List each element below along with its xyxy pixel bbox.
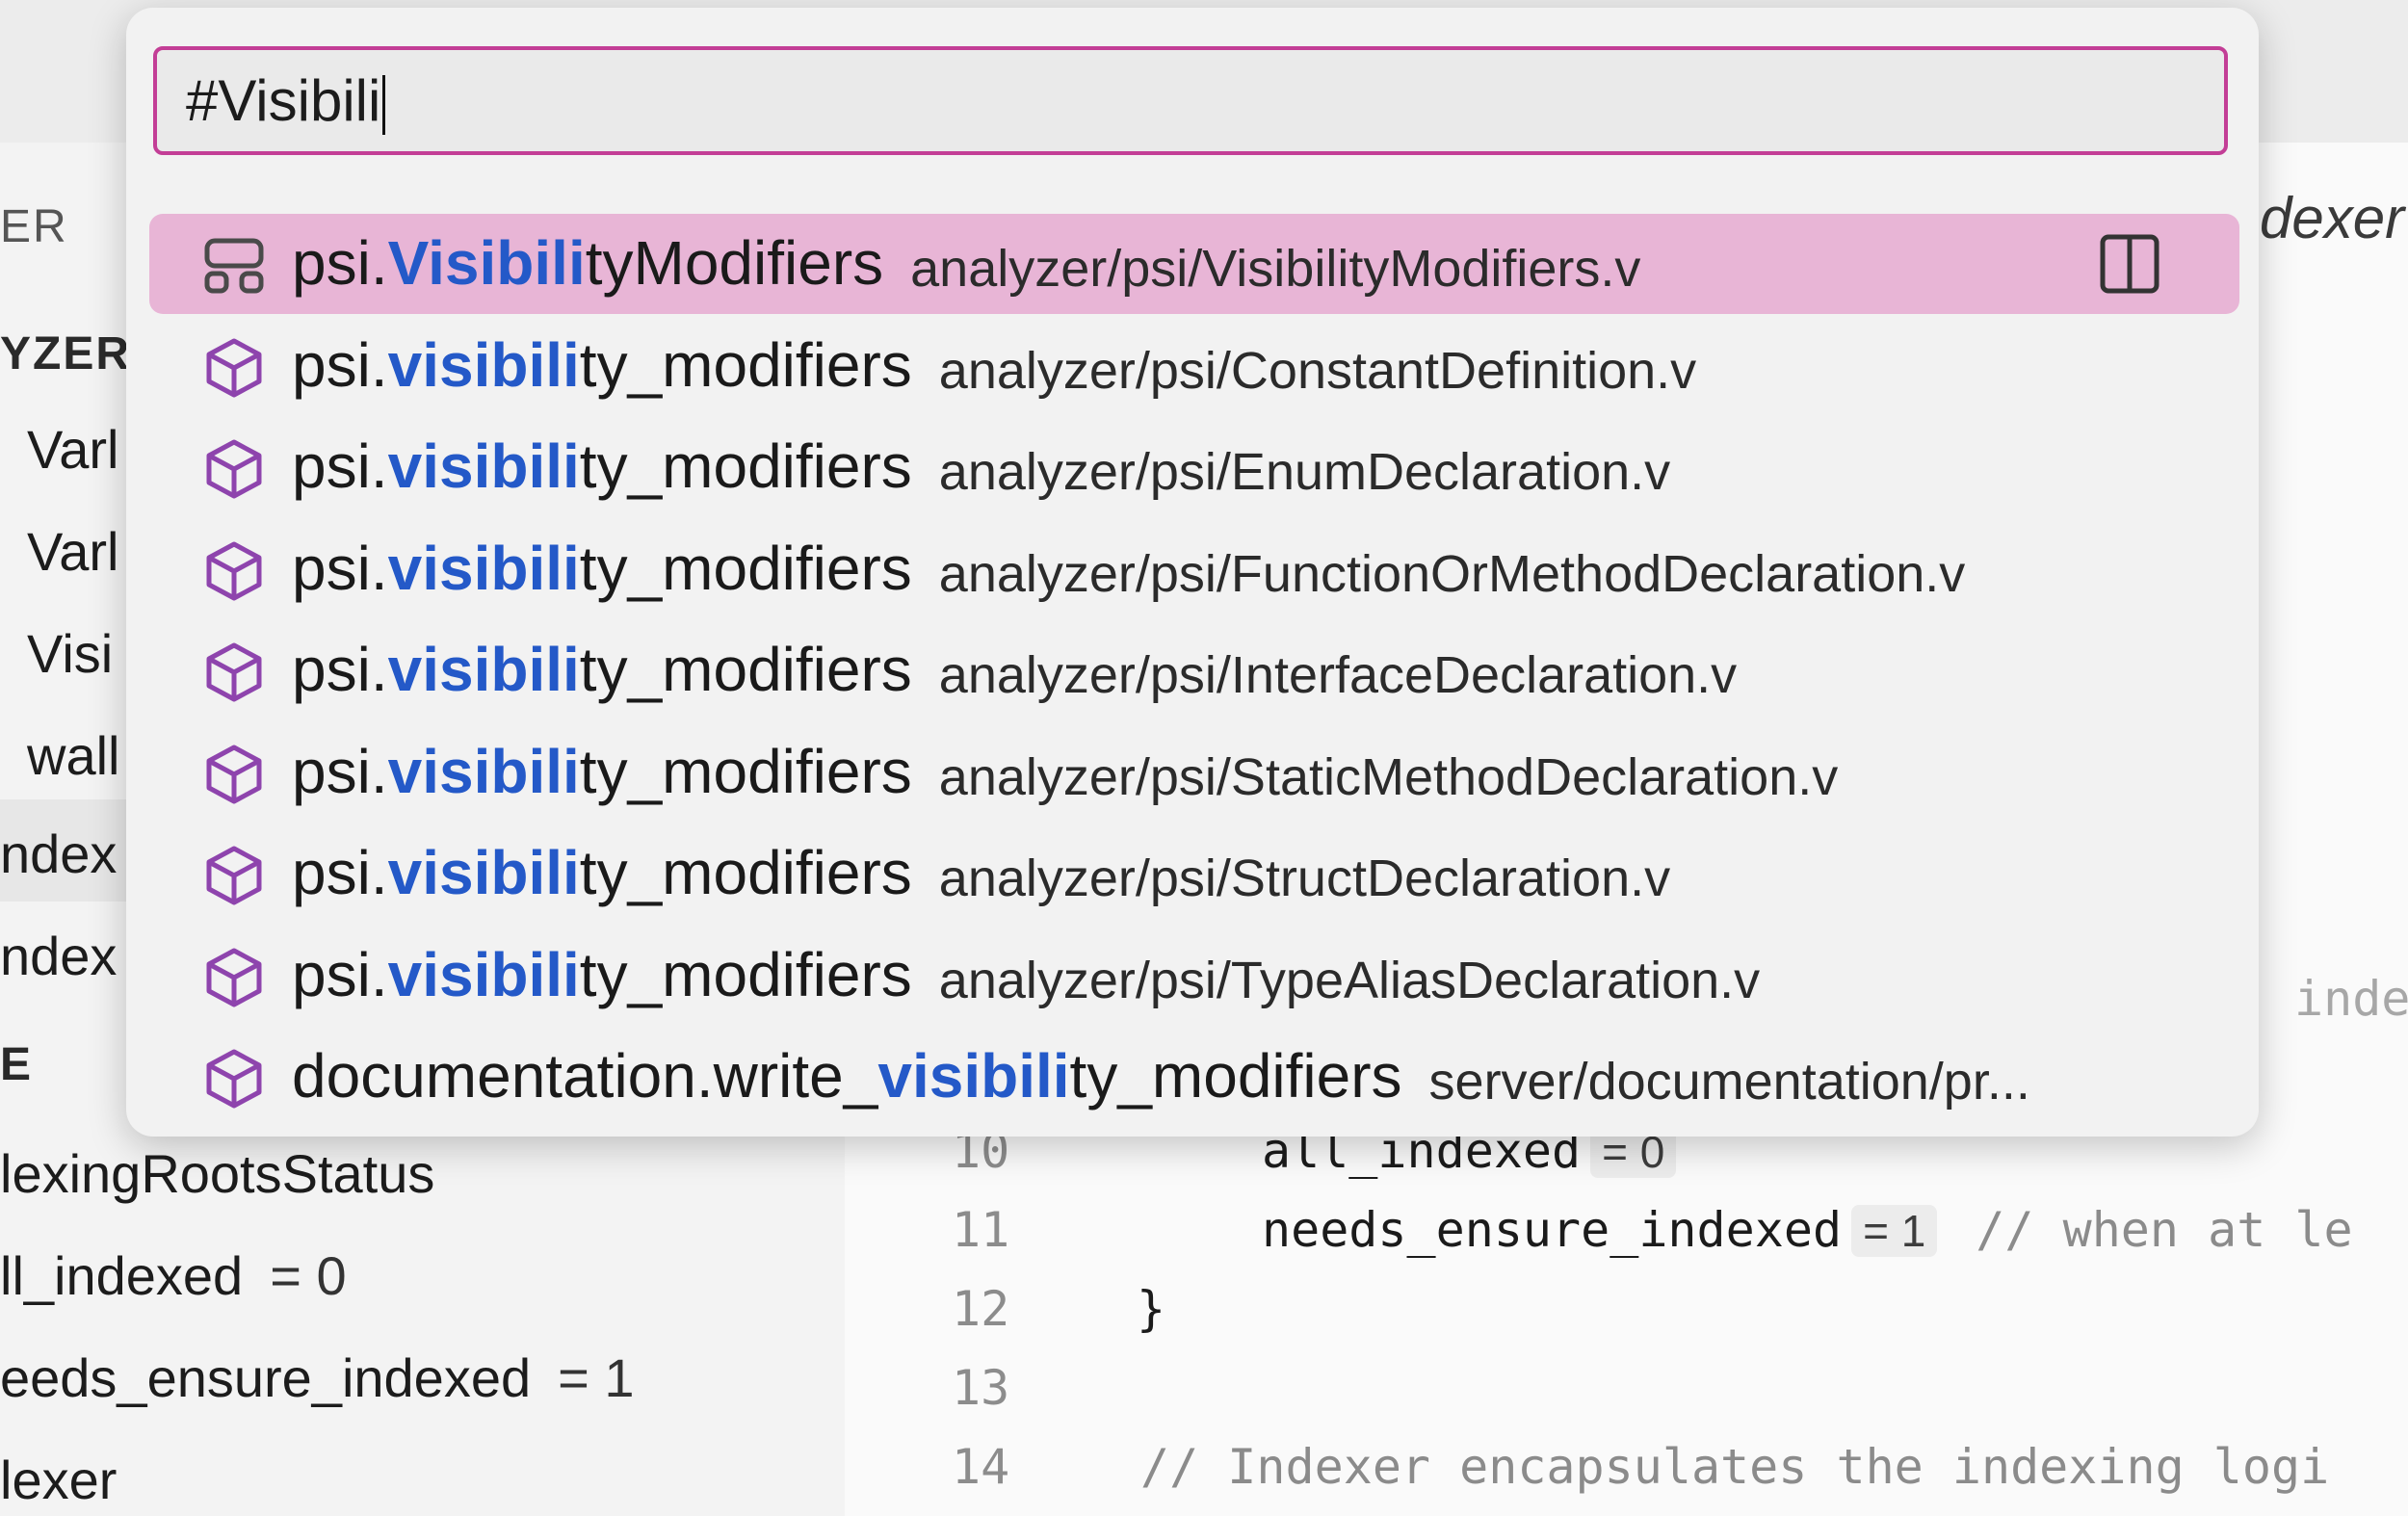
result-name-suffix: ty_modifiers xyxy=(1069,1041,1402,1111)
result-name-match: visibili xyxy=(877,1041,1070,1111)
line-number: 11 xyxy=(952,1202,1010,1258)
faded-code-text: inde xyxy=(2294,971,2408,1027)
result-name-prefix: psi. xyxy=(292,228,388,298)
result-name: psi.VisibilityModifiers xyxy=(292,227,883,299)
struct-icon xyxy=(203,235,265,297)
sidebar-struct-name[interactable]: lexingRootsStatus xyxy=(0,1142,434,1205)
result-name-match: visibili xyxy=(387,838,580,907)
result-name: psi.visibility_modifiers xyxy=(292,634,912,705)
result-path: analyzer/psi/FunctionOrMethodDeclaration… xyxy=(938,544,1966,603)
result-item[interactable]: psi.visibility_modifiers analyzer/psi/Enu… xyxy=(149,417,2239,517)
result-name: psi.visibility_modifiers xyxy=(292,431,912,502)
result-name-match: visibili xyxy=(387,533,580,603)
result-path: analyzer/psi/EnumDeclaration.v xyxy=(938,443,1671,501)
result-name-suffix: ty_modifiers xyxy=(579,635,912,704)
result-name: psi.visibility_modifiers xyxy=(292,837,912,908)
line-number: 12 xyxy=(952,1281,1010,1337)
result-item[interactable]: psi.VisibilityModifiers analyzer/psi/Visi… xyxy=(149,214,2239,314)
field-value: = 0 xyxy=(270,1245,347,1306)
sidebar-item[interactable]: Visi xyxy=(27,622,113,685)
result-item[interactable]: psi.visibility_modifiers analyzer/psi/Int… xyxy=(149,620,2239,720)
result-name: psi.visibility_modifiers xyxy=(292,736,912,807)
sidebar-header-analyzer: YZER xyxy=(0,328,132,379)
result-name-match: visibili xyxy=(387,431,580,501)
search-popup: #Visibili psi.VisibilityModifiers analyze… xyxy=(126,8,2259,1137)
result-item[interactable]: documentation.write_visibility_modifiers… xyxy=(149,1027,2239,1127)
text-caret xyxy=(382,75,386,136)
inlay-hint: = 1 xyxy=(1851,1205,1938,1257)
result-name-match: Visibili xyxy=(387,228,586,298)
field-icon xyxy=(203,641,265,703)
result-path: analyzer/psi/TypeAliasDeclaration.v xyxy=(938,951,1761,1009)
sidebar-item[interactable]: Varl xyxy=(27,418,118,481)
field-name: ll_indexed xyxy=(0,1245,244,1306)
split-view-icon[interactable] xyxy=(2097,231,2162,297)
result-path: server/documentation/pr... xyxy=(1428,1053,2030,1111)
editor-tab-title[interactable]: dexer xyxy=(2260,185,2404,251)
field-name: eeds_ensure_indexed xyxy=(0,1347,532,1408)
result-item[interactable]: psi.visibility_modifiers analyzer/psi/Str… xyxy=(149,823,2239,924)
sidebar-field[interactable]: ll_indexed = 0 xyxy=(0,1244,347,1307)
sidebar-item[interactable]: Varl xyxy=(27,520,118,583)
result-name-prefix: psi. xyxy=(292,533,388,603)
sidebar-header-er: ER xyxy=(0,201,68,252)
result-name-match: visibili xyxy=(387,939,580,1009)
result-path: analyzer/psi/VisibilityModifiers.v xyxy=(910,240,1641,298)
result-name: psi.visibility_modifiers xyxy=(292,329,912,401)
field-value: = 1 xyxy=(558,1347,635,1408)
code-line[interactable]: } xyxy=(1137,1281,1165,1337)
result-name-suffix: ty_modifiers xyxy=(579,838,912,907)
result-item[interactable]: psi.visibility_modifiers analyzer/psi/Sta… xyxy=(149,722,2239,823)
result-name-match: visibili xyxy=(387,329,580,400)
sidebar-item[interactable]: wall xyxy=(27,724,119,787)
result-name-prefix: psi. xyxy=(292,329,388,400)
result-name-prefix: psi. xyxy=(292,736,388,806)
sidebar-item[interactable]: lexer xyxy=(0,1449,117,1511)
field-icon xyxy=(203,1048,265,1110)
code-text: needs_ensure_indexed xyxy=(1262,1202,1843,1258)
sidebar-header-e: E xyxy=(0,1039,34,1090)
field-icon xyxy=(203,845,265,906)
result-path: analyzer/psi/StaticMethodDeclaration.v xyxy=(938,747,1839,806)
result-name-suffix: ty_modifiers xyxy=(579,736,912,806)
field-icon xyxy=(203,337,265,399)
field-icon xyxy=(203,540,265,602)
result-name-prefix: psi. xyxy=(292,635,388,704)
code-comment: // when at le xyxy=(1976,1202,2353,1258)
result-name-suffix: ty_modifiers xyxy=(579,939,912,1009)
result-item[interactable]: psi.visibility_modifiers analyzer/psi/Fun… xyxy=(149,519,2239,619)
sidebar-field[interactable]: eeds_ensure_indexed = 1 xyxy=(0,1346,635,1409)
result-item[interactable]: psi.visibility_modifiers analyzer/psi/Con… xyxy=(149,316,2239,416)
result-name-prefix: psi. xyxy=(292,838,388,907)
line-number: 14 xyxy=(952,1439,1010,1495)
result-name-prefix: documentation.write_ xyxy=(292,1041,878,1111)
code-line[interactable]: needs_ensure_indexed = 1 // when at le xyxy=(1262,1202,2353,1258)
sidebar-index-item[interactable]: ndex xyxy=(0,925,117,987)
result-name: psi.visibility_modifiers xyxy=(292,939,912,1010)
search-input-value: #Visibili xyxy=(186,68,381,133)
result-name-match: visibili xyxy=(387,635,580,704)
sidebar-index-item[interactable]: ndex xyxy=(0,823,117,885)
result-path: analyzer/psi/InterfaceDeclaration.v xyxy=(938,646,1738,704)
line-number: 13 xyxy=(952,1360,1010,1416)
result-name-suffix: tyModifiers xyxy=(585,228,884,298)
result-name-suffix: ty_modifiers xyxy=(579,329,912,400)
result-path: analyzer/psi/ConstantDefinition.v xyxy=(938,341,1697,400)
result-name-suffix: ty_modifiers xyxy=(579,533,912,603)
code-comment[interactable]: // Indexer encapsulates the indexing log… xyxy=(1140,1439,2329,1495)
result-name-match: visibili xyxy=(387,736,580,806)
result-name: psi.visibility_modifiers xyxy=(292,533,912,604)
result-name-prefix: psi. xyxy=(292,939,388,1009)
field-icon xyxy=(203,438,265,500)
result-path: analyzer/psi/StructDeclaration.v xyxy=(938,849,1671,907)
search-input[interactable]: #Visibili xyxy=(153,46,2228,155)
field-icon xyxy=(203,947,265,1008)
result-name-prefix: psi. xyxy=(292,431,388,501)
result-name: documentation.write_visibility_modifiers xyxy=(292,1040,1402,1111)
field-icon xyxy=(203,744,265,805)
result-name-suffix: ty_modifiers xyxy=(579,431,912,501)
result-item[interactable]: psi.visibility_modifiers analyzer/psi/Typ… xyxy=(149,926,2239,1026)
